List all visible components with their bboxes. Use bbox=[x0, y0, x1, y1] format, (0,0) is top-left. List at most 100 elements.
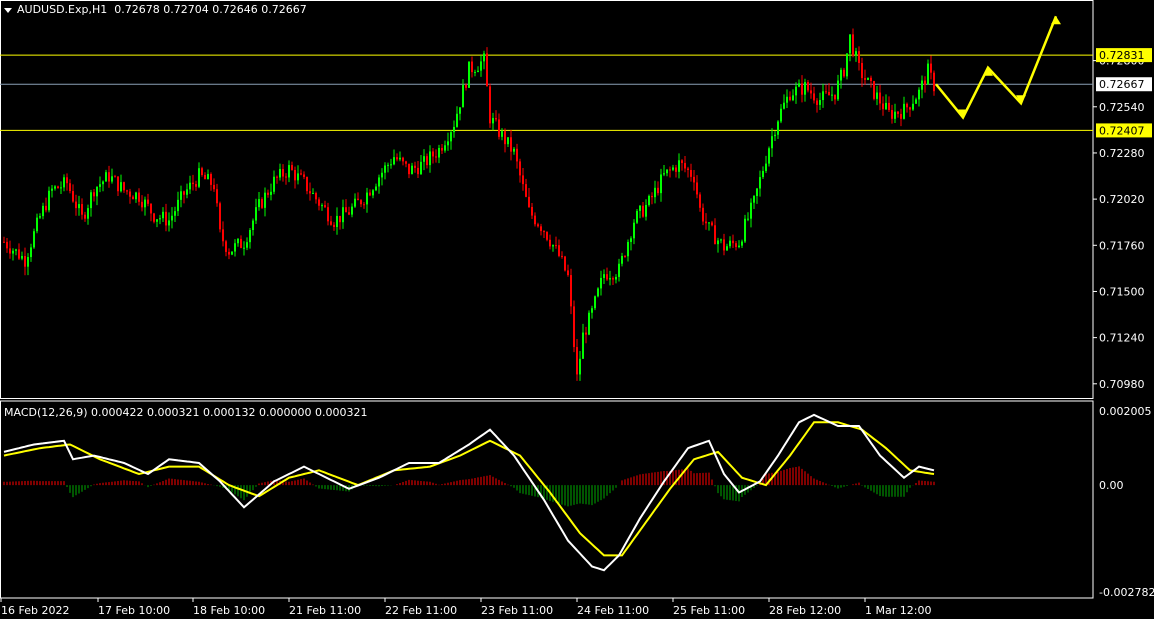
candle-body bbox=[789, 96, 791, 101]
candle-body bbox=[672, 167, 674, 170]
candle-body bbox=[378, 177, 380, 187]
candle-body bbox=[3, 241, 5, 243]
candle-body bbox=[657, 187, 659, 194]
candle-body bbox=[222, 229, 224, 242]
candle-body bbox=[858, 51, 860, 63]
candle-body bbox=[843, 69, 845, 77]
candle-body bbox=[216, 189, 218, 204]
candle-body bbox=[474, 72, 476, 74]
candle-body bbox=[882, 103, 884, 110]
candle-body bbox=[786, 96, 788, 103]
candle-body bbox=[501, 131, 503, 137]
candle-body bbox=[618, 263, 620, 277]
candle-body bbox=[327, 207, 329, 222]
candle-body bbox=[552, 245, 554, 247]
candle-body bbox=[486, 53, 488, 87]
candle-body bbox=[459, 107, 461, 114]
candle-body bbox=[726, 246, 728, 251]
price-pane[interactable] bbox=[0, 15, 1093, 381]
time-tick-label: 28 Feb 12:00 bbox=[769, 604, 841, 617]
candle-body bbox=[891, 110, 893, 119]
price-tick-label: 0.71240 bbox=[1099, 332, 1145, 345]
candle-body bbox=[870, 77, 872, 81]
candle-body bbox=[318, 199, 320, 206]
candle-body bbox=[57, 186, 59, 189]
candle-body bbox=[285, 176, 287, 178]
price-tick-label: 0.71760 bbox=[1099, 239, 1145, 252]
candle-body bbox=[435, 156, 437, 158]
candle-body bbox=[411, 165, 413, 175]
candle-body bbox=[159, 218, 161, 220]
candle-body bbox=[150, 203, 152, 214]
candle-body bbox=[615, 276, 617, 280]
candle-body bbox=[594, 296, 596, 309]
candle-body bbox=[933, 72, 935, 92]
candle-body bbox=[129, 191, 131, 197]
candle-body bbox=[564, 256, 566, 271]
candle-body bbox=[774, 134, 776, 137]
candle-body bbox=[468, 61, 470, 88]
candle-body bbox=[636, 210, 638, 223]
candle-body bbox=[363, 204, 365, 206]
candle-body bbox=[153, 213, 155, 222]
price-tick-label: 0.72020 bbox=[1099, 193, 1145, 206]
candle-body bbox=[372, 190, 374, 196]
candle-body bbox=[783, 102, 785, 109]
candle-body bbox=[825, 91, 827, 93]
candle-body bbox=[522, 175, 524, 185]
candle-body bbox=[738, 245, 740, 248]
candle-body bbox=[513, 148, 515, 152]
candle-body bbox=[306, 176, 308, 192]
macd-tick-label: -0.002782 bbox=[1099, 586, 1154, 599]
candle-body bbox=[537, 224, 539, 227]
candle-body bbox=[549, 239, 551, 247]
forecast-arrow bbox=[935, 15, 1058, 120]
time-tick-label: 1 Mar 12:00 bbox=[865, 604, 931, 617]
candle-body bbox=[750, 202, 752, 219]
candle-body bbox=[321, 205, 323, 207]
candle-body bbox=[699, 194, 701, 208]
candle-body bbox=[30, 247, 32, 258]
trading-chart[interactable]: 0.728000.725400.722800.720200.717600.715… bbox=[0, 0, 1154, 619]
triangle-down-icon[interactable] bbox=[4, 7, 12, 13]
candle-body bbox=[780, 108, 782, 122]
candle-body bbox=[309, 191, 311, 194]
candle-body bbox=[519, 161, 521, 176]
candle-body bbox=[243, 247, 245, 249]
candle-body bbox=[771, 136, 773, 149]
candle-body bbox=[546, 231, 548, 240]
macd-main-line bbox=[3, 413, 935, 572]
candle-body bbox=[345, 207, 347, 213]
candle-body bbox=[666, 169, 668, 174]
candle-body bbox=[357, 198, 359, 201]
candle-body bbox=[921, 80, 923, 90]
candle-body bbox=[348, 212, 350, 215]
candle-body bbox=[384, 165, 386, 173]
candle-body bbox=[687, 168, 689, 171]
candle-body bbox=[69, 183, 71, 192]
candle-body bbox=[840, 69, 842, 81]
candle-body bbox=[714, 225, 716, 245]
candle-body bbox=[612, 278, 614, 280]
price-tick-label: 0.71500 bbox=[1099, 285, 1145, 298]
candle-body bbox=[447, 141, 449, 146]
candle-body bbox=[693, 176, 695, 183]
macd-pane[interactable] bbox=[3, 413, 935, 572]
time-tick-label: 22 Feb 11:00 bbox=[385, 604, 457, 617]
candle-body bbox=[879, 92, 881, 104]
candle-body bbox=[651, 195, 653, 198]
candle-body bbox=[42, 205, 44, 217]
candle-body bbox=[678, 160, 680, 172]
time-tick-label: 21 Feb 11:00 bbox=[289, 604, 361, 617]
candle-body bbox=[837, 80, 839, 100]
price-tick-label: 0.72540 bbox=[1099, 101, 1145, 114]
candle-body bbox=[471, 61, 473, 73]
candle-body bbox=[414, 165, 416, 168]
chart-frames bbox=[0, 0, 1094, 599]
candle-body bbox=[720, 239, 722, 241]
candle-body bbox=[171, 215, 173, 221]
macd-header: MACD(12,26,9) 0.000422 0.000321 0.000132… bbox=[4, 406, 368, 419]
candle-body bbox=[582, 332, 584, 359]
candle-body bbox=[198, 168, 200, 187]
candle-body bbox=[255, 207, 257, 221]
